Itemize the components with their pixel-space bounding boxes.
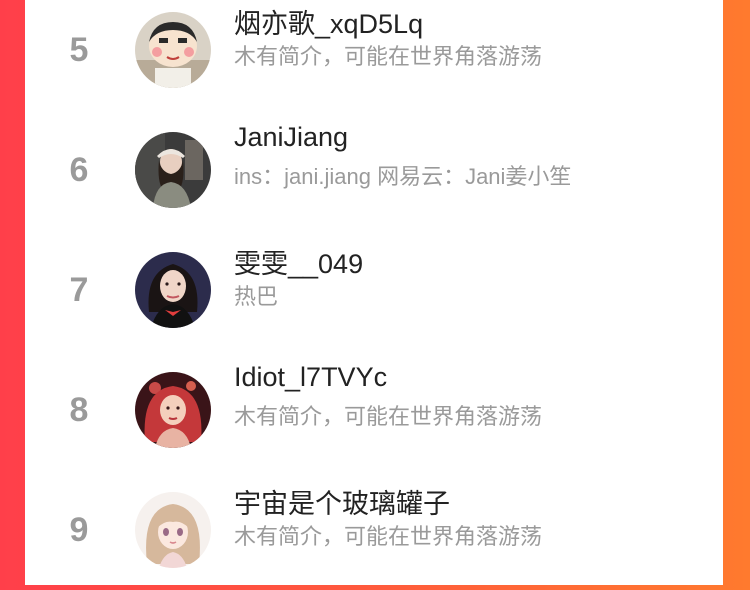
ranking-list-panel: 5 烟亦歌_xqD5Lq 木有简介，可能在世界角落游荡 6 JaniJiang … (25, 0, 723, 585)
user-name[interactable]: 烟亦歌_xqD5Lq (234, 2, 423, 41)
user-name[interactable]: 宇宙是个玻璃罐子 (234, 482, 450, 521)
user-name[interactable]: Idiot_l7TVYc (234, 362, 387, 393)
user-bio: ins：jani.jiang 网易云：Jani姜小笙 (234, 164, 572, 189)
cartoon-boy-avatar[interactable] (135, 12, 211, 88)
list-item[interactable]: 9 宇宙是个玻璃罐子 木有简介，可能在世界角落游荡 (25, 470, 723, 590)
rank-number: 9 (69, 511, 89, 549)
list-item[interactable]: 7 雯雯__049 热巴 (25, 230, 723, 350)
user-name[interactable]: JaniJiang (234, 122, 348, 153)
woman-cap-photo-avatar[interactable] (135, 132, 211, 208)
user-name[interactable]: 雯雯__049 (234, 242, 363, 281)
anime-girl-avatar[interactable] (135, 492, 211, 568)
user-bio: 木有简介，可能在世界角落游荡 (234, 524, 543, 549)
rank-number: 6 (69, 151, 89, 189)
rank-number: 8 (69, 391, 89, 429)
woman-portrait-avatar[interactable] (135, 252, 211, 328)
rank-number: 7 (69, 271, 89, 309)
list-item[interactable]: 6 JaniJiang ins：jani.jiang 网易云：Jani姜小笙 (25, 110, 723, 230)
list-item[interactable]: 5 烟亦歌_xqD5Lq 木有简介，可能在世界角落游荡 (25, 0, 723, 110)
red-hair-illustration-avatar[interactable] (135, 372, 211, 448)
user-bio: 木有简介，可能在世界角落游荡 (234, 44, 543, 69)
user-bio: 热巴 (234, 284, 279, 309)
rank-number: 5 (69, 31, 89, 69)
list-item[interactable]: 8 Idiot_l7TVYc 木有简介，可能在世界角落游荡 (25, 350, 723, 470)
user-bio: 木有简介，可能在世界角落游荡 (234, 404, 543, 429)
